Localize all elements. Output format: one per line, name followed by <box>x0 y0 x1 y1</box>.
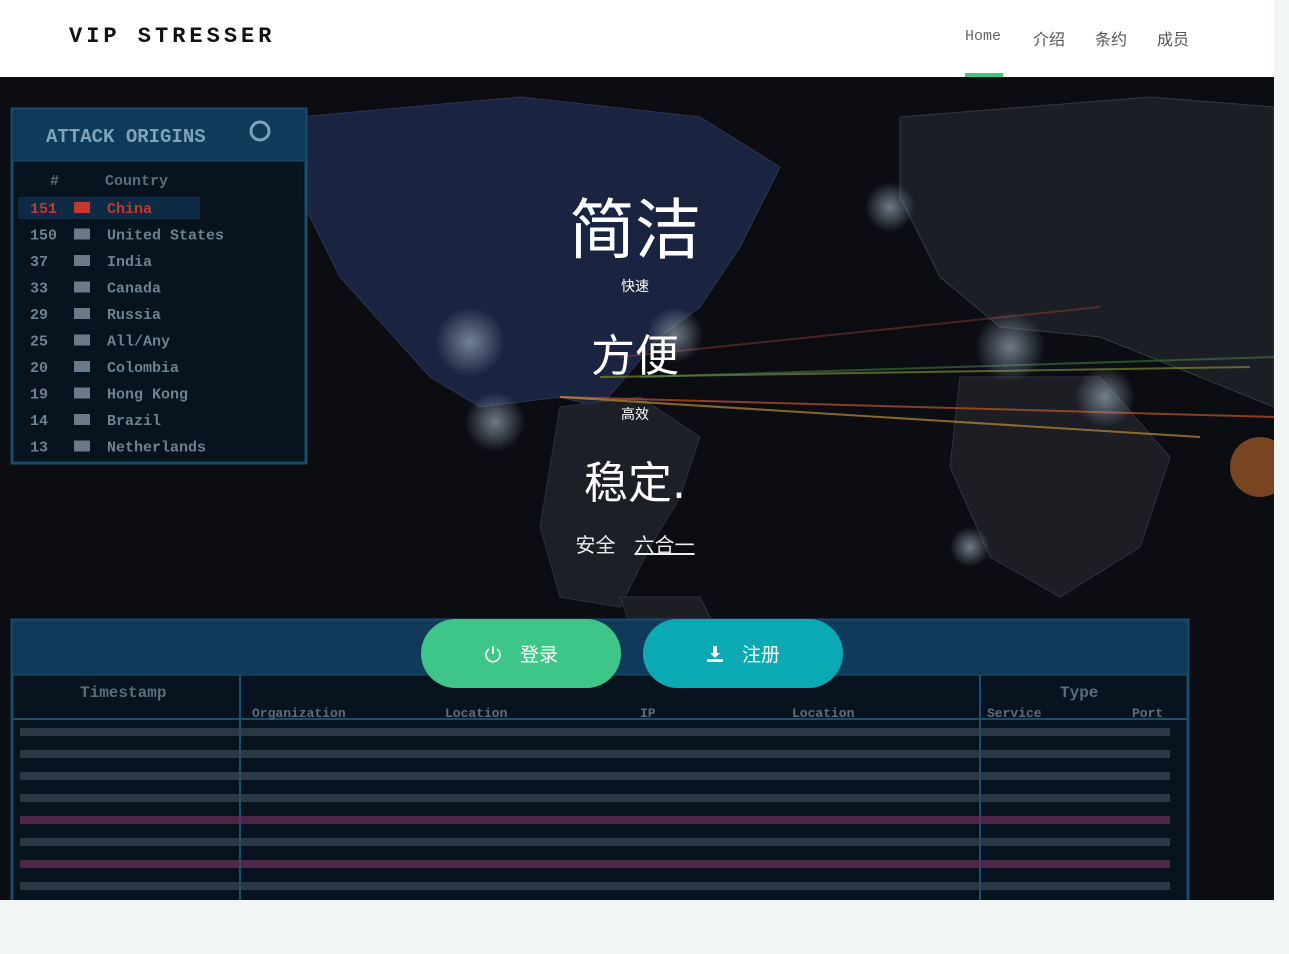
login-label: 登录 <box>519 644 558 666</box>
origin-flag-icon <box>74 387 90 399</box>
log-row <box>20 838 1170 846</box>
origin-rank: 19 <box>30 387 48 404</box>
hero-sub-2: 高效 <box>621 407 649 423</box>
tagline-link[interactable]: 六合一 <box>635 533 695 557</box>
log-row <box>20 816 1170 824</box>
hero-line-3: 稳定. <box>584 458 686 509</box>
log-header-cell: Port <box>1132 706 1163 721</box>
log-header-cell: Service <box>987 706 1042 721</box>
hero-line-1: 简洁 <box>569 192 701 269</box>
log-row <box>20 882 1170 890</box>
download-icon <box>706 645 723 662</box>
brand-logo[interactable]: VIP STRESSER <box>69 24 275 49</box>
nav-intro[interactable]: 介绍 <box>1033 26 1065 50</box>
top-navbar: VIP STRESSER Home 介绍 条约 成员 <box>0 0 1274 77</box>
log-header-cell: Type <box>1060 684 1098 702</box>
log-header-cell: Organization <box>252 706 346 721</box>
nav-members[interactable]: 成员 <box>1157 26 1189 50</box>
log-header-cell: IP <box>640 706 656 721</box>
register-button[interactable]: 注册 <box>643 619 843 688</box>
page-scrollbar[interactable] <box>1274 0 1289 954</box>
log-header-cell: Timestamp <box>80 684 166 702</box>
log-row <box>20 772 1170 780</box>
hero-section: ATTACK ORIGINS # Country 151 China 150 United… <box>0 77 1274 900</box>
origin-flag-icon <box>74 308 90 319</box>
hero-tagline: 安全 六合一 <box>0 529 1270 558</box>
tagline-text: 安全 <box>575 533 616 557</box>
attack-origins-title: ATTACK ORIGINS <box>46 126 206 148</box>
log-header-cell: Location <box>445 706 508 721</box>
nav-terms[interactable]: 条约 <box>1095 26 1127 50</box>
nav-home[interactable]: Home <box>965 28 1001 45</box>
log-row <box>20 860 1170 868</box>
login-button[interactable]: 登录 <box>421 619 621 688</box>
log-header-cell: Location <box>792 706 855 721</box>
log-row <box>20 750 1170 758</box>
power-icon <box>485 645 501 662</box>
hero-sub-1: 快速 <box>621 279 649 295</box>
log-row <box>20 794 1170 802</box>
register-label: 注册 <box>741 644 780 666</box>
hero-line-2: 方便 <box>591 331 679 382</box>
log-row <box>20 728 1170 736</box>
origin-country: Hong Kong <box>107 387 188 404</box>
